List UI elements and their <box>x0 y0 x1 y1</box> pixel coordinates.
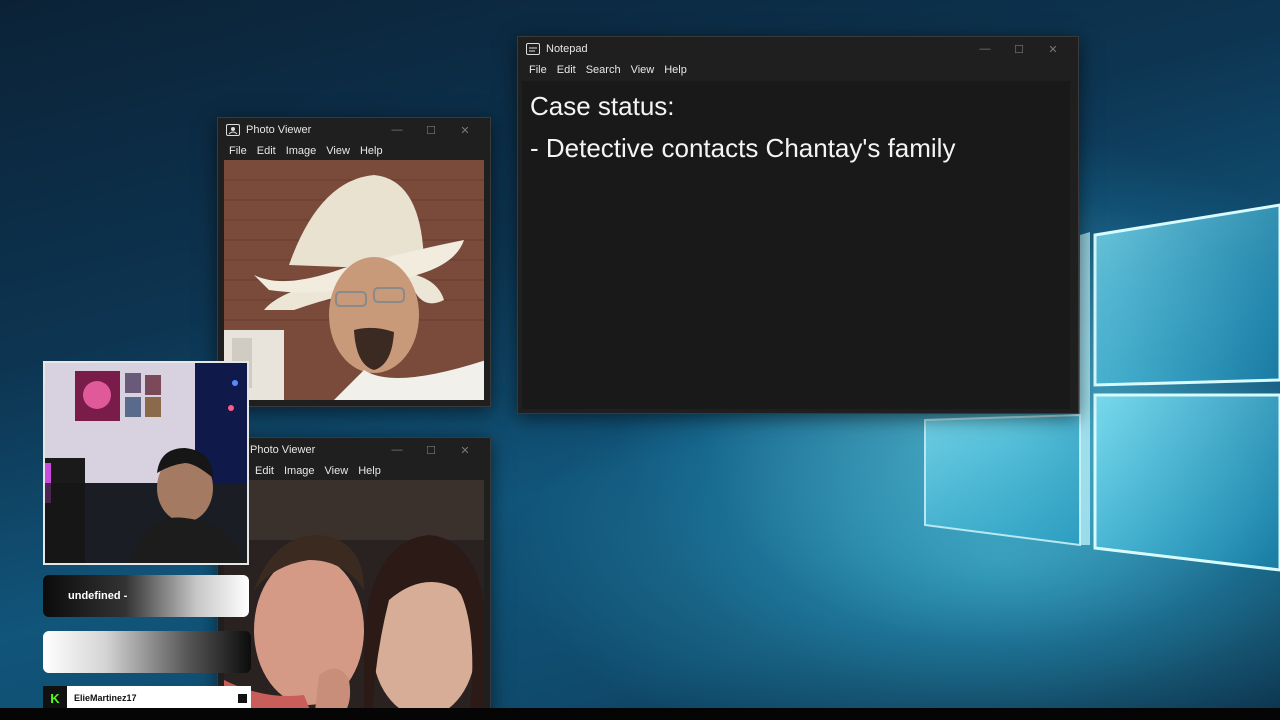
menu-help[interactable]: Help <box>659 64 692 76</box>
photo-viewer-window-2: Photo Viewer — ☐ ✕ Edit Image View Help <box>217 437 491 719</box>
notepad-title: Notepad <box>546 43 588 55</box>
notepad-menubar: File Edit Search View Help <box>518 61 1078 79</box>
menu-edit[interactable]: Edit <box>250 465 279 477</box>
notepad-line-1: Case status: <box>530 91 675 121</box>
menu-search[interactable]: Search <box>581 64 626 76</box>
photo-viewer-titlebar[interactable]: Photo Viewer — ☐ ✕ <box>218 438 490 462</box>
photo-viewer-window-1: Photo Viewer — ☐ ✕ File Edit Image View … <box>217 117 491 407</box>
photo-viewer-titlebar[interactable]: Photo Viewer — ☐ ✕ <box>218 118 490 142</box>
minimize-button[interactable]: — <box>380 124 414 137</box>
minimize-button[interactable]: — <box>380 444 414 457</box>
menu-file[interactable]: File <box>524 64 552 76</box>
notepad-window: Notepad — ☐ ✕ File Edit Search View Help… <box>517 36 1079 414</box>
kick-username-bar: K ElieMartinez17 <box>43 686 251 710</box>
menu-help[interactable]: Help <box>353 465 386 477</box>
notepad-line-2: - Detective contacts Chantay's family <box>530 133 956 163</box>
stop-square-icon <box>238 693 247 703</box>
menu-view[interactable]: View <box>626 64 660 76</box>
menu-view[interactable]: View <box>320 465 354 477</box>
overlay-gradient-bar <box>43 631 251 673</box>
notepad-icon <box>526 43 540 55</box>
photo-viewer-menubar: File Edit Image View Help <box>218 142 490 160</box>
photo-man-cowboy-hat <box>224 160 484 400</box>
menu-edit[interactable]: Edit <box>252 145 281 157</box>
maximize-button[interactable]: ☐ <box>414 124 448 137</box>
bottom-letterbox <box>0 708 1280 720</box>
photo-viewer-title: Photo Viewer <box>246 124 312 136</box>
overlay-label-bar: undefined - <box>43 575 249 617</box>
menu-image[interactable]: Image <box>279 465 320 477</box>
maximize-button[interactable]: ☐ <box>414 444 448 457</box>
kick-username: ElieMartinez17 <box>74 693 137 703</box>
menu-view[interactable]: View <box>321 145 355 157</box>
photo-viewer-icon <box>226 124 240 136</box>
menu-edit[interactable]: Edit <box>552 64 581 76</box>
photo-couple-selfie <box>224 480 484 718</box>
notepad-text-area[interactable]: Case status: - Detective contacts Chanta… <box>522 81 1070 409</box>
notepad-titlebar[interactable]: Notepad — ☐ ✕ <box>518 37 1078 61</box>
menu-help[interactable]: Help <box>355 145 388 157</box>
close-button[interactable]: ✕ <box>1036 43 1070 56</box>
menu-file[interactable]: File <box>224 145 252 157</box>
photo-viewer-title: Photo Viewer <box>250 444 316 456</box>
webcam-feed <box>43 361 249 565</box>
close-button[interactable]: ✕ <box>448 124 482 137</box>
close-button[interactable]: ✕ <box>448 444 482 457</box>
maximize-button[interactable]: ☐ <box>1002 43 1036 56</box>
minimize-button[interactable]: — <box>968 43 1002 56</box>
overlay-label: undefined - <box>68 590 128 602</box>
menu-image[interactable]: Image <box>281 145 322 157</box>
kick-logo-icon: K <box>43 686 67 710</box>
photo-viewer-menubar: Edit Image View Help <box>218 462 490 480</box>
